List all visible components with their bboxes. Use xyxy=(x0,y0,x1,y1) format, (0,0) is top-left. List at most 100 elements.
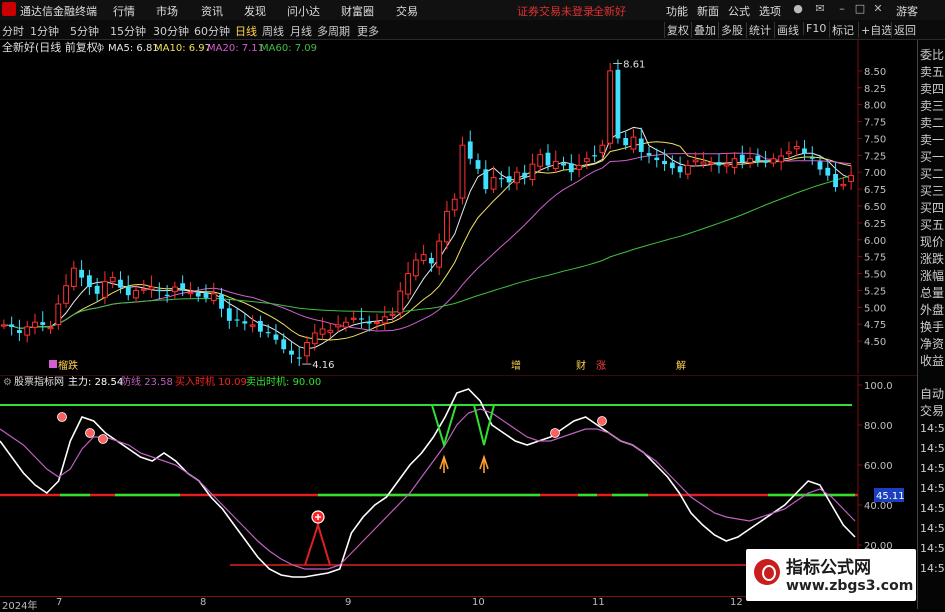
peak-marker-icon xyxy=(57,412,67,422)
panel-buy3[interactable]: 买三 xyxy=(920,182,944,199)
panel-sell4[interactable]: 卖四 xyxy=(920,80,944,97)
maximize-icon[interactable]: □ xyxy=(852,2,868,16)
btn-diejia[interactable]: 叠加 xyxy=(691,22,718,38)
btn-fuquan[interactable]: 复权 xyxy=(664,22,691,38)
panel-buy5[interactable]: 买五 xyxy=(920,216,944,233)
period-monthly[interactable]: 月线 xyxy=(290,23,312,39)
event-label[interactable]: 财 xyxy=(576,359,586,372)
period-30min[interactable]: 30分钟 xyxy=(153,23,189,39)
candle-body-down xyxy=(40,322,46,325)
menu-wenxiaoda[interactable]: 问小达 xyxy=(287,3,320,19)
menu-jiaoyi[interactable]: 交易 xyxy=(396,3,418,19)
btn-zixuan[interactable]: +自选 xyxy=(858,22,894,38)
menu-shichang[interactable]: 市场 xyxy=(156,3,178,19)
legend-maichu-value: 90.00 xyxy=(293,377,322,388)
period-more[interactable]: 更多 xyxy=(357,23,379,39)
panel-sell5[interactable]: 卖五 xyxy=(920,63,944,80)
panel-net-asset[interactable]: 净资 xyxy=(920,335,944,352)
menu-gongneng[interactable]: 功能 xyxy=(666,3,688,19)
candle-body-down xyxy=(281,339,287,350)
candle-body-up xyxy=(607,70,614,144)
candle-body-up xyxy=(599,144,606,153)
panel-price[interactable]: 现价 xyxy=(920,233,944,250)
panel-weibi[interactable]: 委比 xyxy=(920,46,944,63)
menu-gongshi[interactable]: 公式 xyxy=(728,3,750,19)
legend-ma10: MA10: 6.97 xyxy=(154,43,211,54)
price-tick-label: 6.75 xyxy=(864,185,886,196)
legend-fangxian-value: 23.58 xyxy=(144,377,173,388)
menu-faxian[interactable]: 发现 xyxy=(244,3,266,19)
peak-marker-icon xyxy=(597,416,607,426)
date-year-label: 2024年 xyxy=(2,601,38,612)
user-icon[interactable]: ● xyxy=(790,2,806,16)
panel-earnings[interactable]: 收益 xyxy=(920,352,944,369)
watermark-line1: 指标公式网 xyxy=(786,558,871,578)
period-weekly[interactable]: 周线 xyxy=(262,23,284,39)
candle-body-down xyxy=(669,162,675,169)
indicator-settings-icon[interactable]: ⚙ xyxy=(3,377,12,388)
menu-xinmian[interactable]: 新面 xyxy=(697,3,719,19)
settings-icon[interactable]: ⚙ xyxy=(96,43,105,54)
candle-body-up xyxy=(210,293,217,301)
legend-ma60: MA60: 7.09 xyxy=(260,43,317,54)
login-status[interactable]: 证券交易未登录 xyxy=(517,3,594,19)
btn-fanhui[interactable]: 返回 xyxy=(891,22,918,38)
price-tick-label: 7.50 xyxy=(864,134,886,145)
candlestick-chart[interactable]: 8.50 8.25 8.00 7.75 7.50 7.25 7.00 6.75 6.50 6.25… xyxy=(0,40,917,374)
panel-buy2[interactable]: 买二 xyxy=(920,165,944,182)
watermark-logo-icon xyxy=(754,559,780,585)
panel-sell1[interactable]: 卖一 xyxy=(920,131,944,148)
event-label[interactable]: 榴跌 xyxy=(58,359,78,372)
panel-outer[interactable]: 外盘 xyxy=(920,301,944,318)
btn-tongji[interactable]: 统计 xyxy=(746,22,773,38)
menu-xuanxiang[interactable]: 选项 xyxy=(759,3,781,19)
panel-sell3[interactable]: 卖三 xyxy=(920,97,944,114)
panel-change-pct[interactable]: 涨幅 xyxy=(920,267,944,284)
btn-f10[interactable]: F10 xyxy=(803,22,828,35)
period-5min[interactable]: 5分钟 xyxy=(70,23,99,39)
candle-body-up xyxy=(793,146,800,150)
candle-body-down xyxy=(662,160,667,165)
candle-body-down xyxy=(257,320,263,332)
user-name[interactable]: 游客 xyxy=(896,3,918,19)
legend-ma20-name: MA20 xyxy=(207,43,235,54)
panel-trade[interactable]: 交易 xyxy=(920,402,944,419)
btn-biaoji[interactable]: 标记 xyxy=(829,22,856,38)
event-label[interactable]: 解 xyxy=(676,359,686,372)
event-label[interactable]: 增 xyxy=(511,359,521,372)
period-60min[interactable]: 60分钟 xyxy=(194,23,230,39)
candle-body-up xyxy=(304,341,310,357)
panel-volume[interactable]: 总量 xyxy=(920,284,944,301)
period-1min[interactable]: 1分钟 xyxy=(30,23,59,39)
panel-time-2: 14:56 xyxy=(920,442,945,455)
panel-change[interactable]: 涨跌 xyxy=(920,250,944,267)
legend-ma60-name: MA60 xyxy=(260,43,288,54)
btn-huaxian[interactable]: 画线 xyxy=(774,22,801,38)
minimize-icon[interactable]: – xyxy=(834,2,850,16)
price-tick-label: 5.50 xyxy=(864,270,886,281)
legend-mairu-value: 10.09 xyxy=(218,377,247,388)
menu-hangqing[interactable]: 行情 xyxy=(113,3,135,19)
event-label[interactable]: 涨 xyxy=(596,360,606,372)
candle-body-up xyxy=(133,289,139,299)
panel-buy1[interactable]: 买一 xyxy=(920,148,944,165)
period-daily[interactable]: 日线 xyxy=(235,23,257,39)
panel-auto[interactable]: 自动 xyxy=(920,385,944,402)
period-15min[interactable]: 15分钟 xyxy=(110,23,146,39)
period-fenshi[interactable]: 分时 xyxy=(2,23,24,39)
candle-body-up xyxy=(319,328,326,335)
menu-caifuquan[interactable]: 财富圈 xyxy=(341,3,374,19)
candle-body-down xyxy=(86,275,92,288)
watermark-line2: www.zbgs3.com xyxy=(786,578,914,594)
price-tick-label: 8.25 xyxy=(864,84,886,95)
menu-zixun[interactable]: 资讯 xyxy=(201,3,223,19)
price-tick-label: 8.50 xyxy=(864,67,886,78)
panel-buy4[interactable]: 买四 xyxy=(920,199,944,216)
period-multi[interactable]: 多周期 xyxy=(317,23,350,39)
stock-name-header: 全新好 xyxy=(593,5,626,18)
message-icon[interactable]: ✉ xyxy=(812,2,828,16)
panel-turnover[interactable]: 换手 xyxy=(920,318,944,335)
panel-sell2[interactable]: 卖二 xyxy=(920,114,944,131)
btn-duogu[interactable]: 多股 xyxy=(718,22,745,38)
close-icon[interactable]: ✕ xyxy=(870,2,886,16)
